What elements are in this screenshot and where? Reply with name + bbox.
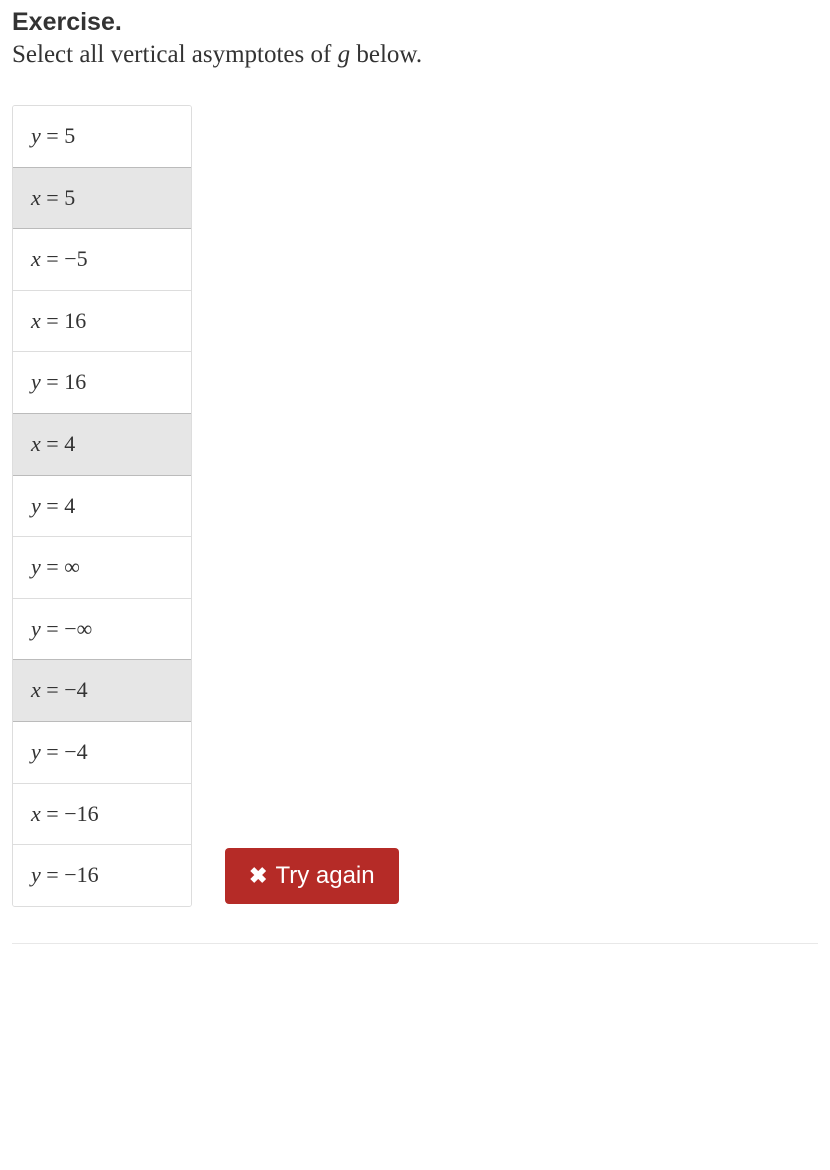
option-variable: x [31,677,41,702]
option-value: −∞ [64,616,92,641]
exercise-heading: Exercise. [12,8,818,37]
option-value: 5 [64,123,75,148]
option-item[interactable]: y = −16 [13,844,191,906]
option-value: −4 [64,739,87,764]
option-item[interactable]: y = 4 [13,475,191,537]
option-item[interactable]: x = −5 [13,228,191,290]
option-variable: x [31,185,41,210]
option-item[interactable]: y = 5 [13,106,191,167]
option-variable: y [31,369,41,394]
try-again-label: Try again [275,862,374,890]
option-item[interactable]: x = 4 [13,413,191,475]
divider [12,943,818,944]
option-value: −16 [64,801,98,826]
option-item[interactable]: y = 16 [13,351,191,413]
prompt-var: g [338,41,351,68]
option-variable: x [31,431,41,456]
option-variable: y [31,739,41,764]
option-variable: x [31,246,41,271]
option-variable: x [31,801,41,826]
option-value: 4 [64,431,75,456]
option-variable: y [31,123,41,148]
option-variable: y [31,554,41,579]
option-value: 5 [64,185,75,210]
close-icon: ✖ [249,865,267,887]
exercise-prompt: Select all vertical asymptotes of g belo… [12,41,818,69]
prompt-suffix: below. [350,41,422,68]
option-value: ∞ [64,554,80,579]
option-value: −16 [64,862,98,887]
option-variable: y [31,493,41,518]
option-item[interactable]: x = 16 [13,290,191,352]
option-value: 16 [64,308,86,333]
options-list: y = 5x = 5x = −5x = 16y = 16x = 4y = 4y … [12,105,192,907]
option-item[interactable]: x = 5 [13,167,191,229]
option-value: −4 [64,677,87,702]
option-item[interactable]: x = −4 [13,659,191,721]
option-item[interactable]: x = −16 [13,783,191,845]
option-value: −5 [64,246,87,271]
option-variable: y [31,616,41,641]
option-variable: x [31,308,41,333]
option-item[interactable]: y = −∞ [13,598,191,660]
option-item[interactable]: y = ∞ [13,536,191,598]
option-value: 4 [64,493,75,518]
option-item[interactable]: y = −4 [13,721,191,783]
prompt-prefix: Select all vertical asymptotes of [12,41,338,68]
option-value: 16 [64,369,86,394]
try-again-button[interactable]: ✖ Try again [225,848,399,904]
option-variable: y [31,862,41,887]
